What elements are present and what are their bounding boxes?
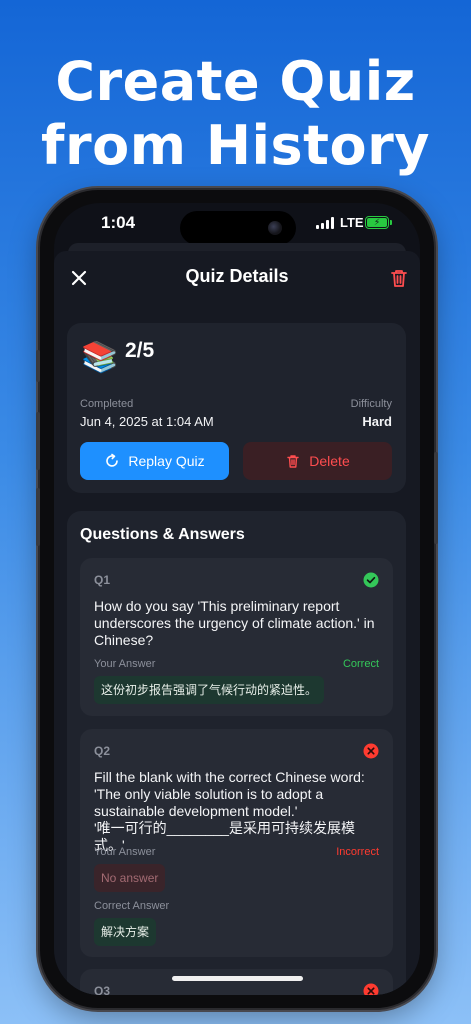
replay-icon: [106, 453, 119, 467]
your-answer-label: Your Answer: [94, 658, 156, 670]
page-title: Quiz Details: [185, 266, 289, 286]
question-card-q2[interactable]: Q2 Fill the blank with the correct Chine…: [80, 729, 393, 957]
question-line: 'The only viable solution is to adopt a …: [94, 786, 324, 819]
promo-headline-line2: from History: [41, 114, 430, 177]
section-title: Questions & Answers: [80, 526, 245, 543]
network-type: LTE: [340, 215, 364, 230]
battery-charging-icon: ⚡: [365, 216, 392, 229]
dynamic-island: [180, 211, 296, 245]
status-bar: 1:04 LTE ⚡: [54, 203, 420, 247]
quiz-summary-card: 📚 2/5 Completed Jun 4, 2025 at 1:04 AM D…: [67, 323, 406, 493]
phone-volume-down: [36, 488, 40, 546]
difficulty-value: Hard: [362, 414, 392, 429]
quiz-score: 2/5: [125, 339, 155, 362]
your-answer-label: Your Answer: [94, 846, 156, 858]
your-answer-value: No answer: [94, 864, 166, 892]
completed-value: Jun 4, 2025 at 1:04 AM: [80, 414, 214, 429]
camera-icon: [268, 221, 282, 235]
delete-nav-button[interactable]: [384, 263, 414, 293]
questions-answers-card: Questions & Answers Q1 How do you say 'T…: [67, 511, 406, 995]
replay-quiz-label: Replay Quiz: [128, 453, 205, 469]
x-circle-icon: [363, 743, 379, 759]
question-card-q3[interactable]: Q3: [80, 969, 393, 995]
correct-answer-label: Correct Answer: [94, 900, 170, 912]
replay-quiz-button[interactable]: Replay Quiz: [80, 442, 229, 480]
result-label: Incorrect: [336, 846, 379, 858]
phone-frame: 1:04 LTE ⚡ Quiz Details 📚 2/5 Completed …: [36, 190, 438, 1008]
correct-answer-value: 解决方案: [94, 918, 157, 946]
checkmark-circle-icon: [363, 572, 379, 588]
difficulty-label: Difficulty: [350, 398, 392, 410]
home-indicator[interactable]: [172, 976, 303, 981]
status-time: 1:04: [101, 213, 136, 232]
promo-headline-line1: Create Quiz: [55, 50, 416, 113]
trash-icon: [391, 270, 407, 287]
phone-screen: 1:04 LTE ⚡ Quiz Details 📚 2/5 Completed …: [54, 203, 420, 995]
result-label: Correct: [342, 658, 379, 670]
completed-label: Completed: [80, 398, 134, 410]
question-card-q1[interactable]: Q1 How do you say 'This preliminary repo…: [80, 558, 393, 716]
phone-action-button: [36, 350, 40, 382]
question-number: Q1: [94, 573, 111, 587]
books-icon: 📚: [81, 341, 119, 374]
question-line: Fill the blank with the correct Chinese …: [94, 769, 365, 785]
delete-label: Delete: [309, 453, 350, 469]
trash-icon: [287, 455, 299, 468]
question-number: Q2: [94, 744, 111, 758]
x-circle-icon: [363, 983, 379, 995]
quiz-details-sheet: Quiz Details 📚 2/5 Completed Jun 4, 2025…: [54, 251, 420, 995]
your-answer-value: 这份初步报告强调了气候行动的紧迫性。: [94, 676, 325, 704]
question-text: How do you say 'This preliminary report …: [94, 598, 375, 648]
delete-button[interactable]: Delete: [243, 442, 392, 480]
question-number: Q3: [94, 984, 111, 995]
question-text: Fill the blank with the correct Chinese …: [94, 769, 384, 854]
nav-bar: Quiz Details: [54, 251, 420, 307]
promo-headline: Create Quiz from History: [0, 50, 471, 178]
signal-icon: [316, 217, 334, 229]
phone-power-button: [434, 452, 438, 544]
phone-volume-up: [36, 412, 40, 470]
